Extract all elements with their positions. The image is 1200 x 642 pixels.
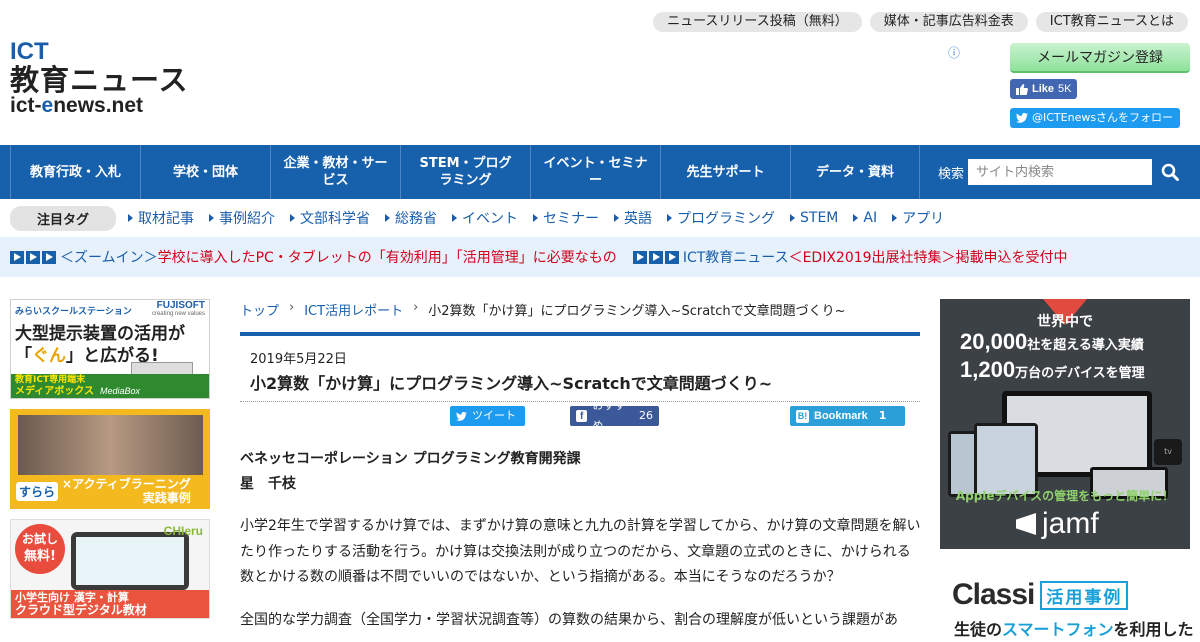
newsletter-signup-button[interactable]: メールマガジン登録 [1010, 43, 1190, 73]
news-ticker: ＜ズームイン＞学校に導入したPC・タブレットの「有効利用」「活用管理」に必要なも… [0, 237, 1200, 277]
tag-mext[interactable]: 文部科学省 [290, 208, 370, 228]
article-author: ベネッセコーポレーション プログラミング教育開発課 星 千枝 [240, 447, 581, 497]
ticker-arrows-icon [10, 250, 56, 264]
thumbs-up-icon [1016, 83, 1028, 95]
article-date: 2019年5月22日 [250, 352, 347, 367]
tag-ai[interactable]: AI [853, 210, 877, 226]
ticker-item[interactable]: ＜ズームイン＞学校に導入したPC・タブレットの「有効利用」「活用管理」に必要なも… [60, 247, 617, 267]
tag-programming[interactable]: プログラミング [667, 208, 775, 228]
search-input[interactable] [968, 159, 1153, 185]
tag-english[interactable]: 英語 [614, 208, 652, 228]
banner-chieru-digital[interactable]: お試し 無料! CHIeru 小学生向け 漢字・計算 クラウド型デジタル教材 [10, 519, 210, 619]
tag-stem[interactable]: STEM [790, 210, 838, 226]
ad-jamf[interactable]: 世界中で 20,000社を超える導入実績 1,200万台のデバイスを管理 tv … [940, 299, 1190, 549]
breadcrumb-category[interactable]: ICT活用レポート [304, 300, 403, 319]
nav-item-data[interactable]: データ・資料 [790, 145, 920, 199]
site-search: 検索 [938, 145, 1188, 199]
title-divider [240, 332, 920, 336]
hatena-icon: B! [796, 409, 809, 423]
tag-event[interactable]: イベント [452, 208, 518, 228]
banner-fujisoft-mediabox[interactable]: みらいスクールステーション FUJISOFT creating new valu… [10, 299, 210, 399]
ad-classi[interactable]: Classi 活用事例 生徒のスマートフォンを利用した [940, 572, 1194, 642]
facebook-icon: f [576, 410, 588, 422]
logo-ict: ICT [10, 38, 49, 65]
tag-interview[interactable]: 取材記事 [128, 208, 194, 228]
info-icon[interactable]: ⓘ [948, 44, 960, 61]
chevron-right-icon: › [289, 300, 295, 315]
nav-item-schools[interactable]: 学校・団体 [140, 145, 270, 199]
chevron-right-icon: › [413, 300, 419, 315]
students-photo [18, 415, 203, 475]
site-logo[interactable]: ICT 教育ニュース ict-enews.net [10, 38, 190, 117]
tag-seminar[interactable]: セミナー [533, 208, 599, 228]
featured-tags: 注目タグ 取材記事 事例紹介 文部科学省 総務省 イベント セミナー 英語 プロ… [0, 199, 1200, 237]
nav-item-education-admin[interactable]: 教育行政・入札 [10, 145, 140, 199]
search-icon [1161, 163, 1180, 181]
tag-case-study[interactable]: 事例紹介 [209, 208, 275, 228]
ticker-arrows-icon [632, 250, 679, 264]
tablet-image [71, 532, 189, 590]
nav-item-companies[interactable]: 企業・教材・サービス [270, 145, 400, 199]
author-name: 星 千枝 [240, 476, 296, 492]
article-paragraph: 小学2年生で学習するかけ算では、まずかけ算の意味と九九の計算を学習してから、かけ… [240, 518, 921, 585]
main-nav: 教育行政・入札 学校・団体 企業・教材・サービス STEM・プログラミング イベ… [0, 145, 1200, 199]
featured-tags-title: 注目タグ [10, 205, 117, 231]
apple-tv-image: tv [1154, 439, 1182, 465]
nav-item-events[interactable]: イベント・セミナー [530, 145, 660, 199]
dotted-divider [240, 401, 920, 402]
site-header: ICT 教育ニュース ict-enews.net ニュースリリース投稿（無料） … [0, 0, 1200, 145]
logo-domain: ict-enews.net [10, 94, 144, 117]
breadcrumb-current: 小2算数「かけ算」にプログラミング導入~Scratchで文章問題づくり~ [428, 304, 846, 319]
tag-mic[interactable]: 総務省 [385, 208, 437, 228]
search-label: 検索 [938, 166, 965, 182]
tablet-image [974, 423, 1038, 497]
facebook-recommend-button[interactable]: f おすすめ 26 [570, 399, 659, 432]
nav-item-teacher-support[interactable]: 先生サポート [660, 145, 790, 199]
facebook-like-button[interactable]: Like 5K [1010, 79, 1078, 99]
twitter-bird-icon [456, 411, 467, 421]
tag-app[interactable]: アプリ [892, 208, 944, 228]
logo-title: 教育ニュース [10, 63, 189, 97]
toplink-about[interactable]: ICT教育ニュースとは [1035, 12, 1188, 32]
hatena-bookmark-button[interactable]: B! Bookmark 1 [790, 406, 905, 426]
toplink-media-rates[interactable]: 媒体・記事広告料金表 [869, 12, 1028, 32]
search-button[interactable] [1152, 159, 1188, 185]
twitter-bird-icon [1016, 113, 1028, 123]
top-links: ニュースリリース投稿（無料） 媒体・記事広告料金表 ICT教育ニュースとは [653, 12, 1188, 32]
breadcrumb: トップ › ICT活用レポート › 小2算数「かけ算」にプログラミング導入~Sc… [240, 300, 846, 319]
author-organization: ベネッセコーポレーション プログラミング教育開発課 [240, 451, 581, 467]
jamf-logo-icon [1016, 513, 1036, 535]
tweet-button[interactable]: ツイート [450, 406, 525, 426]
banner-surala-active-learning[interactable]: すらら ×アクティブラーニング 実践事例 [10, 409, 210, 509]
toplink-release[interactable]: ニュースリリース投稿（無料） [653, 12, 862, 32]
ticker-item[interactable]: ICT教育ニュース＜EDIX2019出展社特集＞掲載申込を受付中 [683, 247, 1068, 267]
twitter-follow-button[interactable]: @ICTEnewsさんをフォロー [1010, 108, 1180, 128]
nav-item-stem[interactable]: STEM・プログラミング [400, 145, 530, 199]
article-title: 小2算数「かけ算」にプログラミング導入~Scratchで文章問題づくり~ [250, 374, 773, 393]
breadcrumb-home[interactable]: トップ [240, 300, 279, 319]
